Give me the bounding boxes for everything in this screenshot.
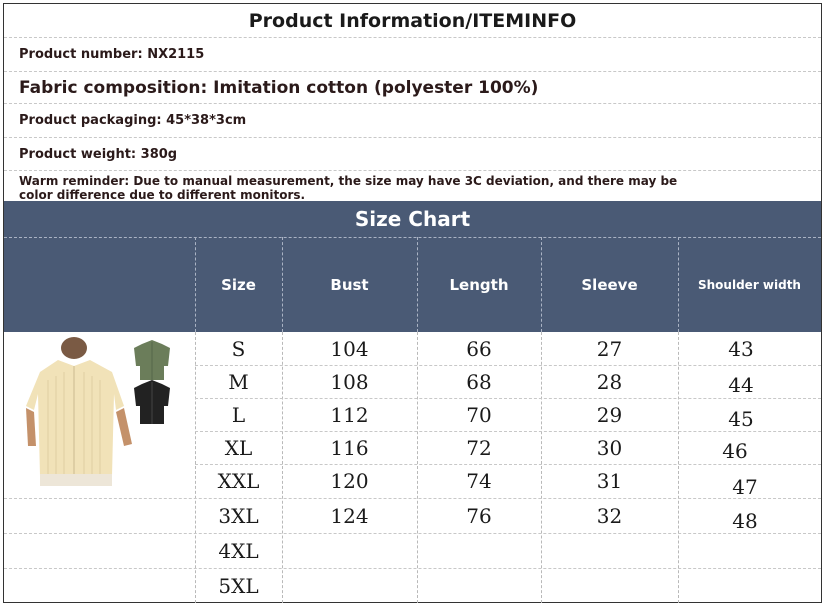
cell-bust: 104 (330, 336, 369, 361)
cell-size: M (228, 369, 249, 394)
cell-size: 4XL (218, 538, 259, 563)
header-size: Size (221, 275, 256, 294)
warm-reminder: Warm reminder: Due to manual measurement… (19, 174, 678, 201)
cell-sleeve: 27 (596, 336, 623, 361)
cell-sleeve: 28 (596, 369, 623, 394)
product-shirt-image (20, 336, 180, 486)
product-packaging: Product packaging: 45*38*3cm (4, 104, 821, 138)
header-bust: Bust (330, 275, 369, 294)
cell-bust: 108 (330, 369, 369, 394)
cell-shoulder: 47 (732, 475, 758, 499)
header-shoulder-width: Shoulder width (698, 277, 801, 292)
cell-shoulder: 43 (728, 336, 754, 361)
row-divider (4, 568, 821, 569)
cell-length: 66 (466, 336, 492, 361)
header-length: Length (449, 275, 509, 294)
header-col-divider (541, 237, 542, 332)
cell-shoulder: 45 (728, 406, 754, 431)
cell-size: L (231, 402, 246, 427)
cell-bust: 112 (330, 402, 369, 427)
cell-size: XL (224, 435, 253, 460)
product-number: Product number: NX2115 (4, 38, 821, 72)
product-info-title: Product Information/ITEMINFO (4, 4, 821, 38)
cell-sleeve: 29 (596, 402, 623, 427)
cell-bust: 120 (330, 469, 369, 493)
header-col-divider (282, 237, 283, 332)
cell-bust: 124 (330, 503, 369, 528)
cell-size: S (231, 336, 246, 361)
header-col-divider (195, 237, 196, 332)
cell-size: XXL (217, 469, 260, 493)
cell-length: 74 (466, 469, 492, 493)
cell-shoulder: 44 (728, 372, 754, 397)
cell-length: 76 (466, 503, 492, 528)
fabric-composition: Fabric composition: Imitation cotton (po… (4, 72, 821, 104)
cell-length: 70 (466, 402, 492, 427)
cell-sleeve: 32 (596, 503, 623, 528)
product-weight: Product weight: 380g (4, 138, 821, 171)
cell-shoulder: 46 (722, 438, 748, 463)
cell-bust: 116 (330, 435, 369, 460)
cell-length: 72 (466, 435, 492, 460)
header-sleeve: Sleeve (581, 275, 638, 294)
cell-shoulder: 48 (732, 508, 758, 533)
header-col-divider (678, 237, 679, 332)
cell-sleeve: 31 (596, 469, 623, 493)
header-col-divider (417, 237, 418, 332)
cell-size: 3XL (218, 503, 259, 528)
cell-size: 5XL (218, 573, 259, 598)
cell-length: 68 (466, 369, 492, 394)
size-chart-title: Size Chart (354, 207, 471, 231)
cell-sleeve: 30 (596, 435, 623, 460)
